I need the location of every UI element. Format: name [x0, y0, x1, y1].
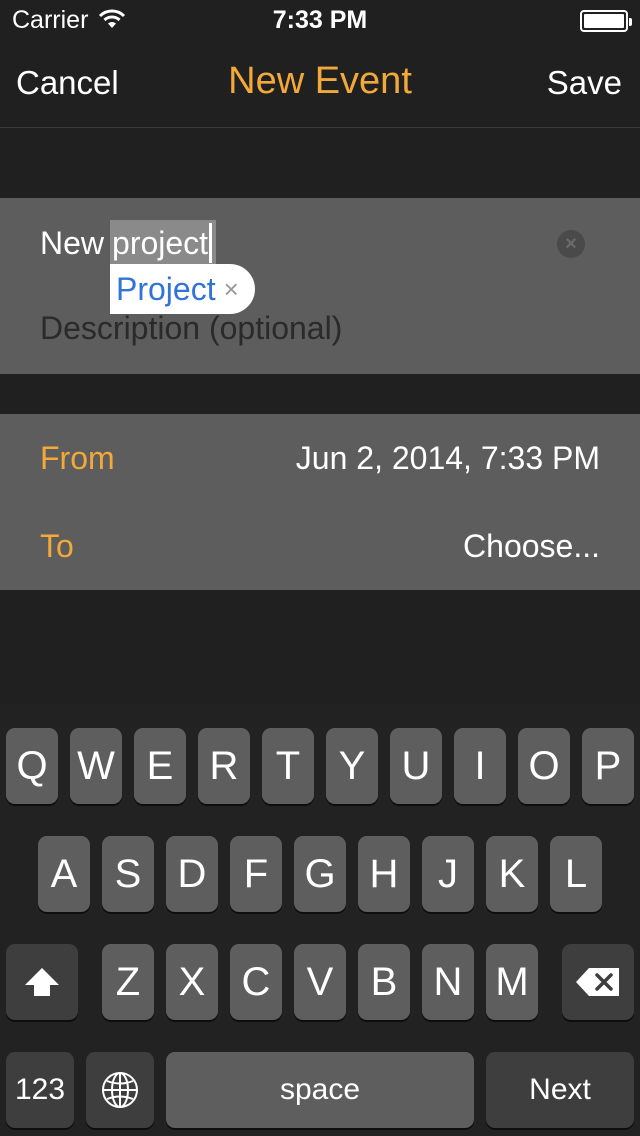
- numbers-key[interactable]: 123: [6, 1052, 74, 1128]
- suggestion-word[interactable]: Project: [116, 271, 216, 308]
- key-x[interactable]: X: [166, 944, 218, 1020]
- description-field[interactable]: Description (optional): [40, 310, 342, 347]
- dates-group: From Jun 2, 2014, 7:33 PM To Choose...: [0, 414, 640, 590]
- globe-icon: [102, 1072, 138, 1108]
- key-z[interactable]: Z: [102, 944, 154, 1020]
- key-v[interactable]: V: [294, 944, 346, 1020]
- space-key[interactable]: space: [166, 1052, 474, 1128]
- key-f[interactable]: F: [230, 836, 282, 912]
- title-selected-word: project: [112, 224, 209, 261]
- key-h[interactable]: H: [358, 836, 410, 912]
- battery-icon: [580, 10, 632, 32]
- from-label: From: [40, 440, 115, 476]
- key-k[interactable]: K: [486, 836, 538, 912]
- key-u[interactable]: U: [390, 728, 442, 804]
- key-q[interactable]: Q: [6, 728, 58, 804]
- key-o[interactable]: O: [518, 728, 570, 804]
- key-b[interactable]: B: [358, 944, 410, 1020]
- shift-icon: [25, 968, 59, 996]
- event-details-group: New project × Project × Description (opt…: [0, 198, 640, 374]
- status-bar: Carrier 7:33 PM: [0, 0, 640, 40]
- key-y[interactable]: Y: [326, 728, 378, 804]
- key-w[interactable]: W: [70, 728, 122, 804]
- key-i[interactable]: I: [454, 728, 506, 804]
- key-d[interactable]: D: [166, 836, 218, 912]
- key-j[interactable]: J: [422, 836, 474, 912]
- navigation-bar: Cancel New Event Save: [0, 40, 640, 128]
- event-title-field[interactable]: New project: [40, 220, 217, 266]
- to-label: To: [40, 528, 74, 564]
- key-t[interactable]: T: [262, 728, 314, 804]
- clear-text-icon[interactable]: ×: [557, 230, 585, 258]
- backspace-icon: [576, 968, 619, 996]
- key-p[interactable]: P: [582, 728, 634, 804]
- delete-key[interactable]: [562, 944, 634, 1020]
- key-a[interactable]: A: [38, 836, 90, 912]
- key-s[interactable]: S: [102, 836, 154, 912]
- key-m[interactable]: M: [486, 944, 538, 1020]
- key-g[interactable]: G: [294, 836, 346, 912]
- text-cursor: [209, 223, 213, 263]
- globe-key[interactable]: [86, 1052, 154, 1128]
- clock: 7:33 PM: [272, 6, 368, 34]
- to-value[interactable]: Choose...: [463, 528, 600, 565]
- title-selected-text: project: [110, 220, 217, 266]
- title-text: New: [40, 224, 105, 261]
- next-key[interactable]: Next: [486, 1052, 634, 1128]
- key-n[interactable]: N: [422, 944, 474, 1020]
- dismiss-suggestion-icon[interactable]: ×: [224, 274, 239, 305]
- from-value[interactable]: Jun 2, 2014, 7:33 PM: [296, 440, 600, 477]
- page-title: New Event: [228, 60, 412, 102]
- keyboard: Q W E R T Y U I O P A S D F G H J K L Z …: [0, 704, 640, 1136]
- save-button[interactable]: Save: [547, 64, 622, 102]
- key-e[interactable]: E: [134, 728, 186, 804]
- autocorrect-suggestion[interactable]: Project ×: [110, 264, 255, 314]
- key-c[interactable]: C: [230, 944, 282, 1020]
- key-l[interactable]: L: [550, 836, 602, 912]
- shift-key[interactable]: [6, 944, 78, 1020]
- key-r[interactable]: R: [198, 728, 250, 804]
